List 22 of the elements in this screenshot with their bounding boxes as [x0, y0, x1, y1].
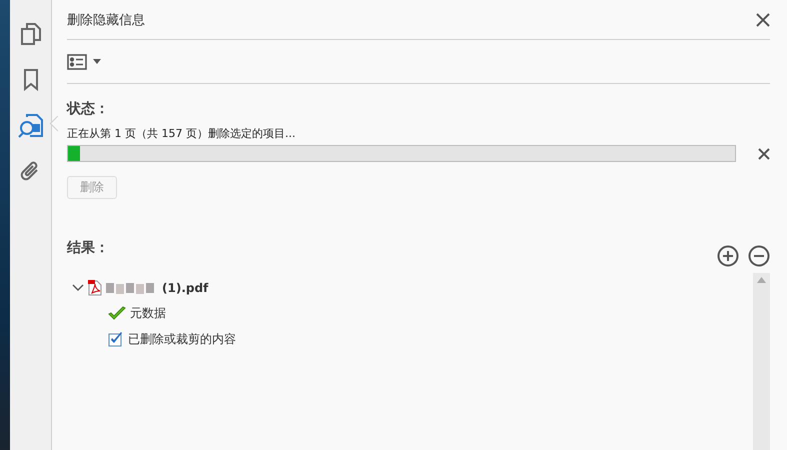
result-item: 元数据 [130, 304, 166, 322]
cancel-button[interactable] [758, 148, 770, 160]
list-icon [67, 54, 87, 70]
result-item: 已删除或裁剪的内容 [128, 330, 236, 348]
caret-icon [93, 59, 101, 64]
expand-toggle[interactable] [72, 284, 84, 292]
checkbox[interactable] [108, 331, 124, 347]
bookmark-icon [22, 69, 38, 91]
options-dropdown[interactable] [67, 54, 101, 70]
document-search-icon [18, 114, 44, 138]
expand-all-button[interactable] [717, 245, 739, 267]
scrollbar[interactable] [753, 273, 770, 450]
status-message: 正在从第 1 页（共 157 页）删除选定的项目... [67, 126, 296, 141]
status-label: 状态： [67, 100, 110, 118]
file-name: (1).pdf [162, 280, 208, 294]
close-button[interactable] [756, 12, 770, 26]
checkmark-icon [108, 306, 126, 320]
panel-title: 删除隐藏信息 [67, 12, 145, 28]
pages-icon [20, 23, 40, 45]
collapse-all-button[interactable] [748, 245, 770, 267]
results-label: 结果： [67, 239, 109, 258]
pdf-file-icon [88, 280, 102, 296]
